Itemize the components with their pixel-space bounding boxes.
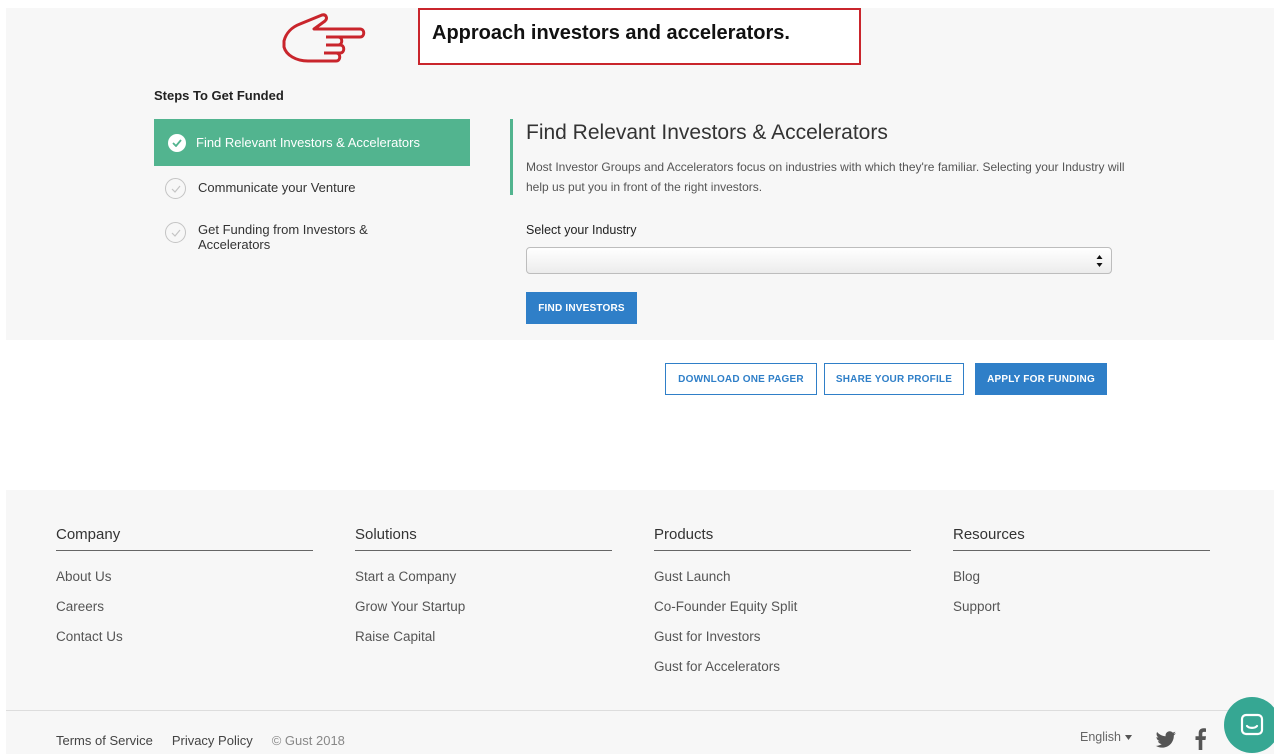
- footer-divider: [6, 710, 1274, 711]
- footer-link-support[interactable]: Support: [953, 599, 1210, 629]
- footer-link-blog[interactable]: Blog: [953, 569, 1210, 599]
- facebook-icon[interactable]: [1195, 728, 1206, 750]
- footer-column-resources: Resources Blog Support: [953, 526, 1210, 629]
- step-find-investors[interactable]: Find Relevant Investors & Accelerators: [154, 119, 470, 166]
- footer-link-raise-capital[interactable]: Raise Capital: [355, 629, 612, 659]
- privacy-policy-link[interactable]: Privacy Policy: [172, 733, 253, 748]
- footer-column-title: Products: [654, 526, 911, 551]
- share-profile-button[interactable]: SHARE YOUR PROFILE: [824, 363, 964, 395]
- footer-column-products: Products Gust Launch Co-Founder Equity S…: [654, 526, 911, 689]
- find-investors-button[interactable]: FIND INVESTORS: [526, 292, 637, 324]
- instruction-callout: Approach investors and accelerators.: [418, 8, 861, 65]
- language-label: English: [1080, 730, 1121, 744]
- footer-link-grow-startup[interactable]: Grow Your Startup: [355, 599, 612, 629]
- footer-link-contact-us[interactable]: Contact Us: [56, 629, 313, 659]
- content-accent-bar: [510, 119, 513, 195]
- footer-link-equity-split[interactable]: Co-Founder Equity Split: [654, 599, 911, 629]
- footer-column-solutions: Solutions Start a Company Grow Your Star…: [355, 526, 612, 659]
- caret-down-icon: [1125, 734, 1132, 740]
- footer-legal: Terms of Service Privacy Policy © Gust 2…: [56, 733, 364, 748]
- download-one-pager-button[interactable]: DOWNLOAD ONE PAGER: [665, 363, 817, 395]
- footer-link-gust-accelerators[interactable]: Gust for Accelerators: [654, 659, 911, 689]
- content-title: Find Relevant Investors & Accelerators: [526, 121, 888, 144]
- content-description: Most Investor Groups and Accelerators fo…: [526, 160, 1125, 194]
- step-label: Get Funding from Investors & Accelerator…: [198, 222, 368, 252]
- footer-column-company: Company About Us Careers Contact Us: [56, 526, 313, 659]
- twitter-icon[interactable]: [1155, 731, 1177, 749]
- footer-link-about-us[interactable]: About Us: [56, 569, 313, 599]
- footer-link-gust-launch[interactable]: Gust Launch: [654, 569, 911, 599]
- step-label: Communicate your Venture: [198, 180, 356, 195]
- step-get-funding[interactable]: Get Funding from Investors & Accelerator…: [154, 221, 470, 252]
- footer-column-title: Company: [56, 526, 313, 551]
- apply-for-funding-button[interactable]: APPLY FOR FUNDING: [975, 363, 1107, 395]
- footer-column-title: Solutions: [355, 526, 612, 551]
- terms-of-service-link[interactable]: Terms of Service: [56, 733, 153, 748]
- chat-icon: [1240, 713, 1264, 736]
- check-circle-outline-icon: [165, 178, 186, 199]
- industry-label: Select your Industry: [526, 223, 637, 237]
- steps-title: Steps To Get Funded: [154, 88, 284, 103]
- footer-link-start-company[interactable]: Start a Company: [355, 569, 612, 599]
- industry-select[interactable]: [526, 247, 1112, 274]
- chat-launcher[interactable]: [1224, 697, 1274, 753]
- check-circle-icon: [168, 133, 186, 152]
- callout-text: Approach investors and accelerators.: [432, 22, 790, 44]
- language-selector[interactable]: English: [1080, 730, 1132, 744]
- copyright: © Gust 2018: [271, 733, 345, 748]
- footer-link-gust-investors[interactable]: Gust for Investors: [654, 629, 911, 659]
- check-circle-outline-icon: [165, 222, 186, 243]
- footer: Company About Us Careers Contact Us Solu…: [6, 490, 1274, 754]
- footer-link-careers[interactable]: Careers: [56, 599, 313, 629]
- step-communicate-venture[interactable]: Communicate your Venture: [154, 177, 470, 199]
- pointing-hand-icon: [282, 13, 366, 63]
- step-label: Find Relevant Investors & Accelerators: [196, 135, 420, 150]
- footer-column-title: Resources: [953, 526, 1210, 551]
- select-arrows-icon: [1096, 255, 1103, 267]
